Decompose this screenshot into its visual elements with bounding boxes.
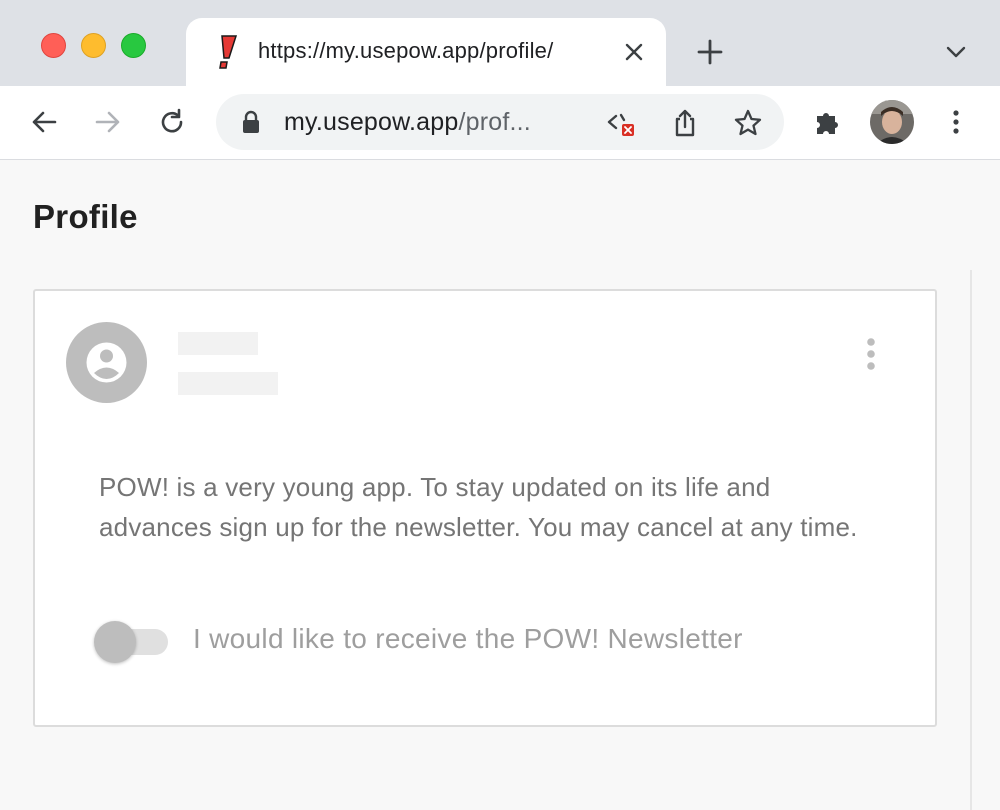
profile-avatar <box>66 322 147 403</box>
browser-toolbar: my.usepow.app/prof... <box>0 86 1000 160</box>
lock-icon[interactable] <box>240 110 262 134</box>
email-placeholder <box>178 372 278 395</box>
profile-card: POW! is a very young app. To stay update… <box>33 289 937 727</box>
reload-icon[interactable] <box>157 107 187 137</box>
scrollbar-track[interactable] <box>970 270 972 810</box>
name-placeholder <box>178 332 258 355</box>
newsletter-description: POW! is a very young app. To stay update… <box>99 472 858 542</box>
pow-exclamation-icon <box>219 35 238 69</box>
newsletter-toggle-label[interactable]: I would like to receive the POW! Newslet… <box>193 623 743 655</box>
puzzle-icon[interactable] <box>813 107 843 137</box>
window-close-button[interactable] <box>41 33 66 58</box>
url-text[interactable]: my.usepow.app/prof... <box>284 108 531 137</box>
active-tab[interactable]: https://my.usepow.app/profile/ <box>186 18 666 86</box>
page-content: Profile POW! is a very young app. To sta… <box>0 160 1000 810</box>
newsletter-toggle[interactable] <box>94 621 170 663</box>
back-arrow-icon[interactable] <box>29 107 59 137</box>
page-title: Profile <box>33 198 138 235</box>
url-host: my.usepow.app <box>284 108 459 136</box>
toggle-knob <box>94 621 136 663</box>
share-icon[interactable] <box>670 108 700 138</box>
new-tab-icon[interactable] <box>696 38 724 66</box>
address-bar[interactable]: my.usepow.app/prof... <box>216 94 784 150</box>
chevron-down-icon[interactable] <box>944 42 968 62</box>
vertical-dots-icon[interactable] <box>941 107 971 137</box>
profile-photo-icon <box>870 100 914 144</box>
forward-arrow-icon <box>95 111 120 133</box>
tab-title: https://my.usepow.app/profile/ <box>258 38 554 63</box>
tab-strip: https://my.usepow.app/profile/ <box>0 0 1000 86</box>
window-maximize-button[interactable] <box>121 33 146 58</box>
user-icon <box>86 342 127 383</box>
url-path: /prof... <box>458 108 531 136</box>
star-icon[interactable] <box>733 108 763 138</box>
avatar[interactable] <box>870 100 914 144</box>
window-minimize-button[interactable] <box>81 33 106 58</box>
more-options-icon[interactable] <box>861 335 881 375</box>
code-blocked-icon[interactable] <box>606 108 636 138</box>
close-tab-icon[interactable] <box>622 40 646 64</box>
